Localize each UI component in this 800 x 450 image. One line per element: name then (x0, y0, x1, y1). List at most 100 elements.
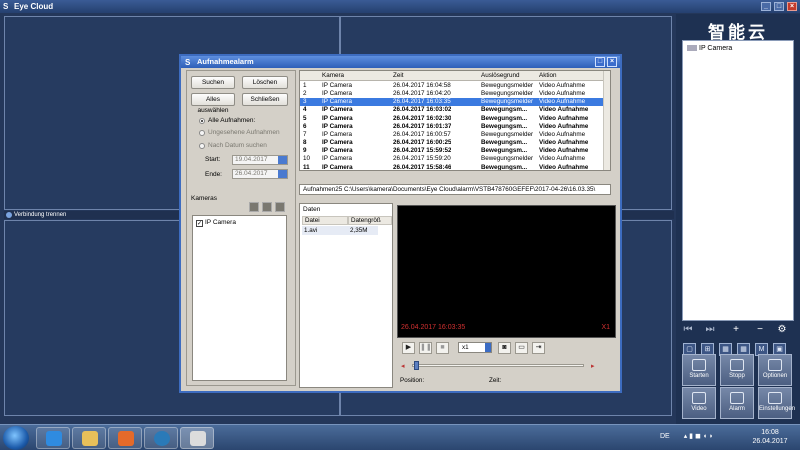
last-icon[interactable]: ⏭ (704, 324, 716, 336)
file-list[interactable]: Daten Datei Datengröß 1.avi 2,35M (299, 203, 393, 388)
speed-select[interactable]: x1 (458, 342, 492, 353)
taskbar-ie[interactable] (36, 427, 70, 449)
export-icon[interactable]: ⇥ (532, 342, 545, 354)
display-icon[interactable]: ▭ (515, 342, 528, 354)
taskbar-app[interactable] (144, 427, 178, 449)
seek-forward-icon[interactable]: ▸ (591, 362, 595, 370)
cell-reason: Bewegungsmelder (481, 90, 534, 98)
table-row[interactable]: 8 IP Camera 26.04.2017 16:00:25 Bewegungsm.… (300, 139, 604, 147)
add-icon[interactable]: + (730, 324, 742, 336)
start-date-label: Start: (205, 156, 221, 163)
tree-item-ip-camera[interactable]: IP Camera (687, 45, 732, 52)
cell-reason: Bewegungsm... (481, 106, 528, 114)
clock-date: 26.04.2017 (752, 438, 788, 445)
clock-time: 16:08 (761, 429, 779, 436)
select-all-button[interactable]: Alles auswählen (191, 93, 235, 114)
column-header-size[interactable]: Datengröß (348, 216, 392, 225)
table-row[interactable]: 2 IP Camera 26.04.2017 16:04:20 Bewegungsme… (300, 90, 604, 98)
cell-n: 6 (303, 122, 307, 130)
table-scrollbar[interactable] (603, 71, 610, 170)
cell-reason: Bewegungsmelder (481, 155, 534, 163)
table-row[interactable]: 3 IP Camera 26.04.2017 16:03:35 Bewegungsme… (300, 98, 604, 107)
folder-icon (82, 431, 98, 446)
alarm-table[interactable]: Kamera Zeit Auslösegrund Aktion 1 IP Came… (299, 70, 611, 171)
stop-button[interactable]: Stopp (720, 354, 754, 386)
dialog-title-bar[interactable]: S Aufnahmealarm □ × (181, 56, 620, 68)
date-dropdown-icon[interactable] (278, 170, 287, 178)
table-row[interactable]: 6 IP Camera 26.04.2017 16:01:37 Bewegungsm.… (300, 123, 604, 131)
cell-camera: IP Camera (322, 155, 352, 163)
camera-list-icon[interactable] (262, 202, 272, 212)
cell-camera: IP Camera (322, 122, 353, 130)
end-date-label: Ende: (205, 171, 222, 178)
file-size[interactable]: 2,35M (348, 226, 378, 235)
column-header-reason[interactable]: Auslösegrund (481, 71, 520, 81)
column-header-file[interactable]: Datei (302, 216, 348, 225)
main-window: S Eye Cloud _ □ × Verbindung trennen 智能云… (0, 0, 800, 424)
table-row[interactable]: 10 IP Camera 26.04.2017 15:59:20 Bewegungsm… (300, 155, 604, 163)
chevron-down-icon[interactable] (485, 343, 491, 352)
cell-n: 4 (303, 106, 307, 114)
seek-thumb[interactable] (414, 361, 419, 370)
cell-camera: IP Camera (322, 106, 353, 114)
tray-icons[interactable]: ▴ ▮ ◼ ◖ ◗ (684, 433, 713, 440)
language-indicator[interactable]: DE (660, 433, 670, 440)
radio-unseen-recordings[interactable] (199, 130, 205, 136)
column-header-action[interactable]: Aktion (539, 71, 557, 81)
camera-checkbox[interactable]: ✓ (196, 220, 203, 227)
cell-time: 26.04.2017 16:00:57 (393, 130, 451, 138)
clock[interactable]: 16:08 26.04.2017 (750, 428, 790, 446)
video-player[interactable]: 26.04.2017 16:03:35 X1 (397, 205, 616, 338)
options-button[interactable]: Optionen (758, 354, 792, 386)
stop-icon[interactable]: ■ (436, 342, 449, 354)
seek-back-icon[interactable]: ◂ (401, 362, 405, 370)
camera-list-icon[interactable] (275, 202, 285, 212)
close-button[interactable]: × (787, 2, 797, 11)
video-button[interactable]: Video (682, 387, 716, 419)
video-timestamp: 26.04.2017 16:03:35 (401, 324, 466, 331)
settings-button[interactable]: Einstellungen (758, 387, 795, 419)
cell-n: 3 (303, 98, 307, 106)
alarm-button[interactable]: Alarm (720, 387, 754, 419)
column-header-time[interactable]: Zeit (393, 71, 404, 81)
filter-panel: Suchen Löschen Alles auswählen Schließen… (186, 70, 296, 386)
seek-slider[interactable] (412, 361, 584, 370)
table-row[interactable]: 5 IP Camera 26.04.2017 16:02:30 Bewegungsm.… (300, 115, 604, 123)
remove-icon[interactable]: − (754, 324, 766, 336)
table-row[interactable]: 4 IP Camera 26.04.2017 16:03:02 Bewegungsm.… (300, 106, 604, 114)
table-row[interactable]: 1 IP Camera 26.04.2017 16:04:58 Bewegungsme… (300, 82, 604, 90)
snapshot-icon[interactable]: ◙ (498, 342, 511, 354)
dialog-maximize-button[interactable]: □ (595, 57, 605, 67)
minimize-button[interactable]: _ (761, 2, 771, 11)
start-button[interactable]: Starten (682, 354, 716, 386)
taskbar-eyecloud[interactable] (180, 427, 214, 449)
delete-button[interactable]: Löschen (242, 76, 288, 89)
gear-icon[interactable]: ⚙ (776, 324, 788, 336)
end-date-field[interactable]: 26.04.2017 (232, 169, 288, 179)
camera-list-icon[interactable] (249, 202, 259, 212)
table-row[interactable]: 9 IP Camera 26.04.2017 15:59:52 Bewegungsm.… (300, 147, 604, 155)
taskbar-explorer[interactable] (72, 427, 106, 449)
table-row[interactable]: 11 IP Camera 26.04.2017 15:58:46 Bewegungsm… (300, 164, 604, 171)
device-tree[interactable]: IP Camera (682, 40, 794, 321)
radio-by-date-label: Nach Datum suchen (208, 142, 267, 149)
cell-camera: IP Camera (322, 147, 353, 155)
taskbar-media[interactable] (108, 427, 142, 449)
start-date-field[interactable]: 19.04.2017 (232, 155, 288, 165)
pause-icon[interactable]: ❚❚ (419, 342, 432, 354)
radio-all-recordings[interactable] (199, 118, 205, 124)
maximize-button[interactable]: □ (774, 2, 784, 11)
table-row[interactable]: 7 IP Camera 26.04.2017 16:00:57 Bewegungsme… (300, 131, 604, 139)
camera-list[interactable]: ✓ IP Camera (192, 215, 287, 381)
close-dialog-button[interactable]: Schließen (242, 93, 288, 106)
dialog-close-button[interactable]: × (607, 57, 617, 67)
first-icon[interactable]: ⏮ (682, 324, 694, 336)
start-button[interactable] (3, 426, 29, 450)
date-dropdown-icon[interactable] (278, 156, 287, 164)
file-name[interactable]: 1.avi (302, 226, 348, 235)
column-header-camera[interactable]: Kamera (322, 71, 344, 81)
radio-by-date[interactable] (199, 143, 205, 149)
window-title: Eye Cloud (14, 2, 54, 11)
search-button[interactable]: Suchen (191, 76, 235, 89)
play-icon[interactable]: ▶ (402, 342, 415, 354)
